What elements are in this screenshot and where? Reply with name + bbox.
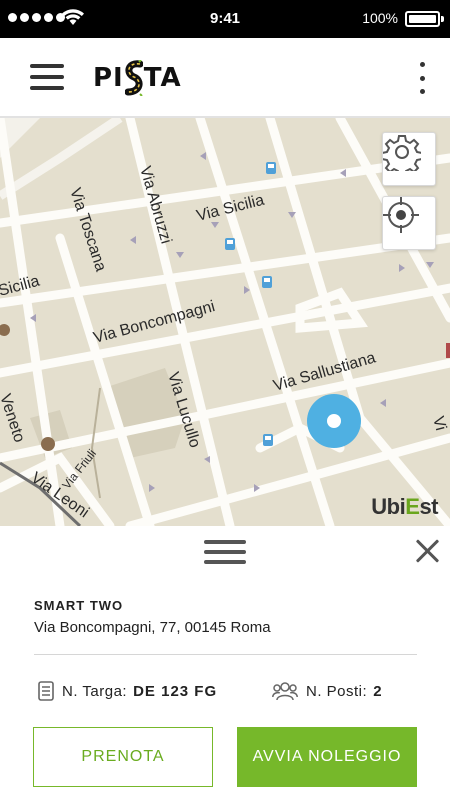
gear-icon [383,135,421,171]
vehicle-details-sheet: SMART TWO Via Boncompagni, 77, 00145 Rom… [0,526,450,800]
battery-percentage: 100% [362,10,398,26]
start-rental-button[interactable]: AVVIA NOLEGGIO [237,727,417,787]
crosshair-icon [383,197,419,233]
people-icon [272,682,298,701]
seats-info: N. Posti: 2 [272,681,383,701]
car-address: Via Boncompagni, 77, 00145 Roma [34,619,271,636]
seats-value: 2 [373,682,383,700]
seats-label: N. Posti: [306,682,368,700]
document-icon [38,681,54,701]
more-vertical-icon [419,62,425,67]
divider [34,654,417,655]
close-button[interactable] [412,536,442,566]
car-model: SMART TWO [34,598,124,613]
map-settings-button[interactable] [382,132,436,186]
street-label: Veneto [0,392,28,445]
street-label: Vi [429,415,449,433]
road-s-icon [124,59,144,97]
vehicle-location-pin[interactable] [307,394,361,448]
sheet-drag-handle[interactable] [204,540,246,566]
plate-value: DE 123 FG [133,682,218,700]
plate-label: N. Targa: [62,682,128,700]
status-bar: 9:41 100% [0,0,450,38]
book-button[interactable]: PRENOTA [33,727,213,787]
app-header: PI TA [0,38,450,118]
more-options-button[interactable] [416,62,428,94]
battery-icon [405,11,444,27]
hamburger-menu-button[interactable] [30,64,64,90]
logo-text-right: TA [143,63,182,93]
logo-text-left: PI [93,63,124,93]
map-view[interactable]: Via Sicilia Via Abruzzi Via Toscana Sici… [0,118,450,526]
plate-info: N. Targa: DE 123 FG [38,681,217,701]
street-label: Via Toscana [66,186,109,274]
pista-logo: PI TA [93,58,182,98]
locate-me-button[interactable] [382,196,436,250]
ubiest-watermark: UbiEst [371,494,438,519]
